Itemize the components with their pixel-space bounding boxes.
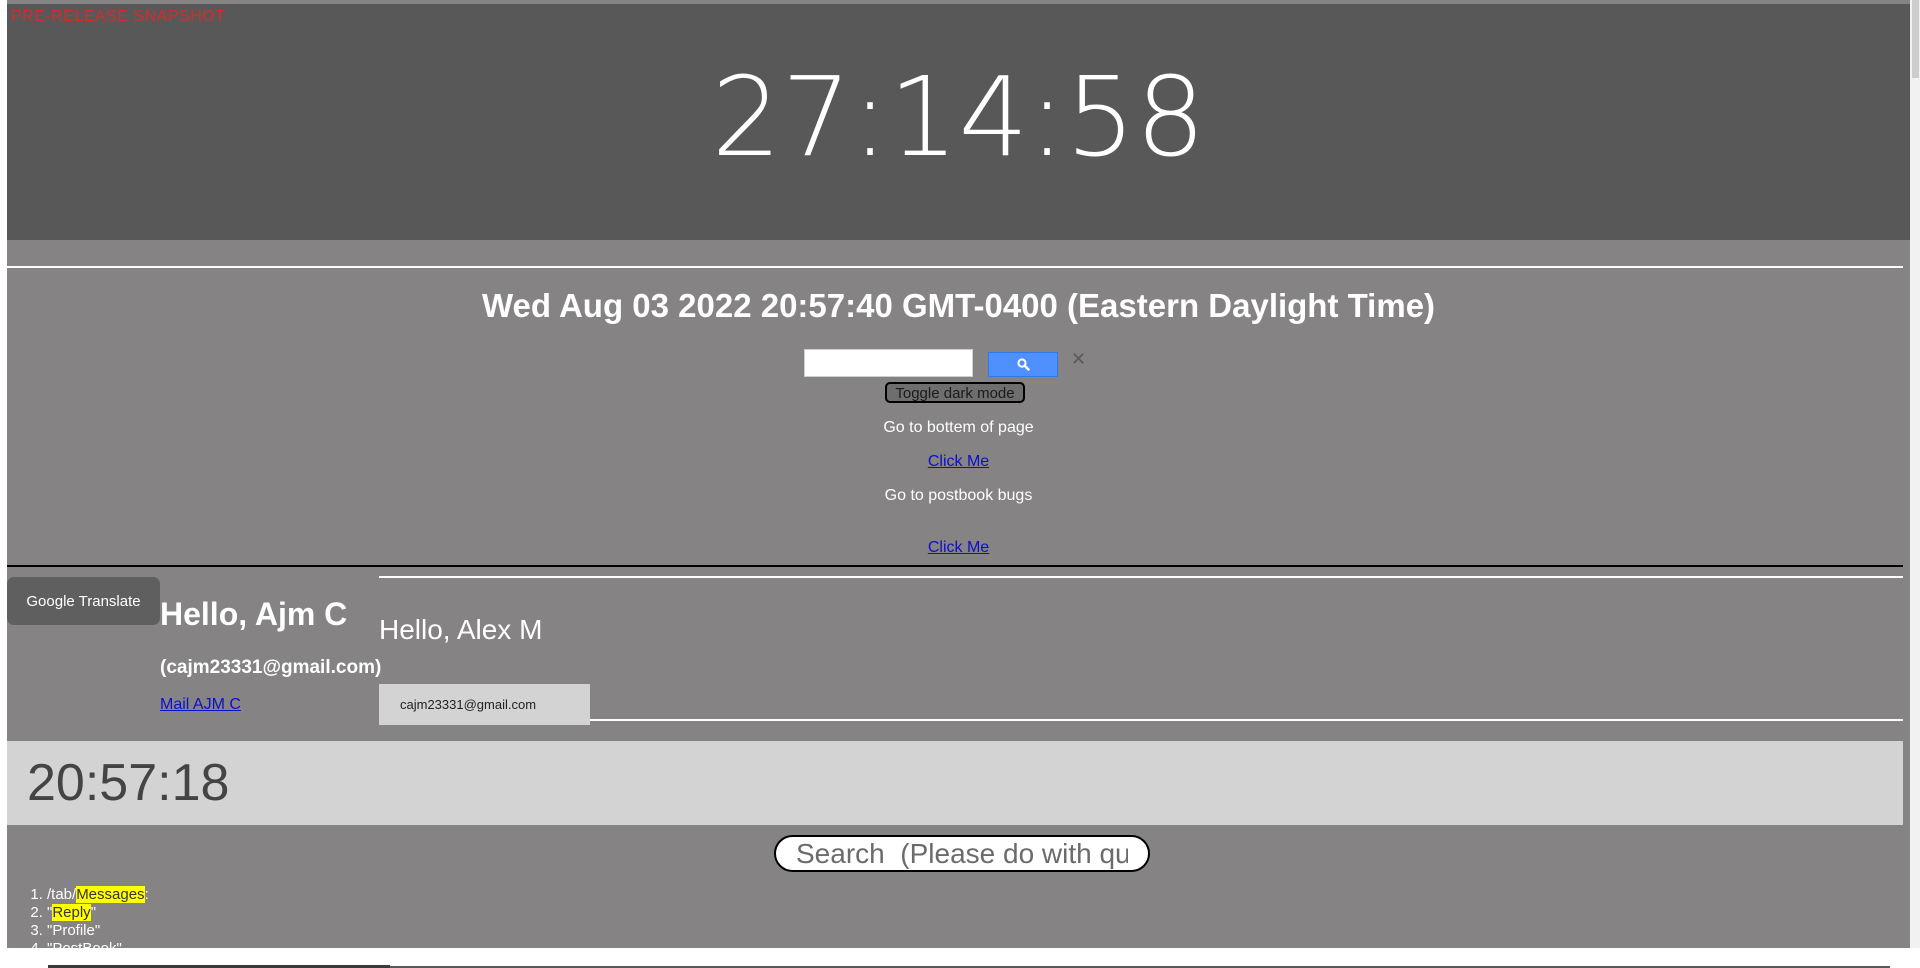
- big-clock: 27:14:58: [711, 53, 1206, 181]
- divider: [7, 565, 1903, 567]
- list-item[interactable]: "Profile": [47, 922, 149, 940]
- google-translate-button[interactable]: Google Translate: [7, 577, 160, 625]
- small-clock-bar: 20:57:18: [7, 741, 1903, 825]
- prerelease-label: PRE-RELEASE SNAPSHOT: [11, 8, 226, 25]
- divider: [7, 266, 1903, 268]
- site-search-input[interactable]: [804, 349, 973, 377]
- page: PRE-RELEASE SNAPSHOT 27:14:58 Wed Aug 03…: [7, 0, 1910, 948]
- clock-banner: PRE-RELEASE SNAPSHOT 27:14:58: [7, 4, 1910, 240]
- go-postbook-link-row: Click Me: [7, 539, 1910, 557]
- list-item[interactable]: "Reply": [47, 904, 149, 922]
- results-list: /tab/Messages: "Reply" "Profile" "PostBo…: [7, 886, 149, 948]
- go-postbook-label: Go to postbook bugs: [884, 487, 1033, 504]
- greeting-alex: Hello, Alex M: [379, 614, 543, 645]
- email-alex-box: cajm23331@gmail.com: [379, 684, 590, 725]
- go-postbook-link[interactable]: Click Me: [928, 539, 989, 556]
- go-bottom-link-row: Click Me: [7, 453, 1910, 471]
- list-item[interactable]: /tab/Messages:: [47, 886, 149, 904]
- list-item[interactable]: "PostBook": [47, 940, 149, 948]
- email-ajm: (cajm23331@gmail.com): [160, 657, 382, 678]
- vertical-scrollbar-thumb[interactable]: [1912, 0, 1919, 78]
- search-input[interactable]: [774, 835, 1150, 872]
- toggle-dark-mode-button[interactable]: Toggle dark mode: [885, 382, 1025, 403]
- greeting-ajm: Hello, Ajm C: [160, 596, 348, 632]
- search-button[interactable]: [988, 352, 1058, 377]
- small-clock: 20:57:18: [27, 754, 230, 812]
- close-icon[interactable]: ✕: [1071, 351, 1086, 369]
- go-bottom-link[interactable]: Click Me: [928, 453, 989, 470]
- divider: [379, 576, 1903, 578]
- divider: [590, 719, 1903, 721]
- go-bottom-label: Go to bottem of page: [883, 419, 1034, 436]
- mail-ajm-link[interactable]: Mail AJM C: [160, 696, 241, 714]
- date-line: Wed Aug 03 2022 20:57:40 GMT-0400 (Easte…: [481, 287, 1436, 324]
- search-icon: [1016, 358, 1030, 371]
- vertical-scrollbar[interactable]: [1910, 0, 1920, 968]
